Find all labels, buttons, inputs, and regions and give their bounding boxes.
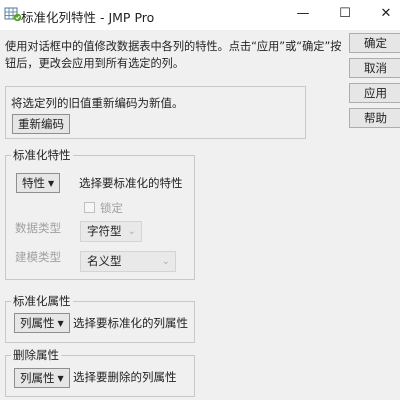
chevron-down-icon: ▼: [48, 179, 55, 188]
standardize-attributes-hint: 选择要标准化的列属性: [73, 316, 188, 330]
chevron-down-icon: ⌄: [127, 226, 136, 237]
properties-button-label: 特性: [22, 176, 45, 190]
chevron-down-icon: ▼: [57, 319, 64, 328]
window-title: 标准化列特性 - JMP Pro: [21, 10, 155, 25]
delete-column-attributes-button[interactable]: 列属性 ▼: [14, 368, 70, 388]
lock-label: 锁定: [100, 201, 123, 215]
lock-checkbox[interactable]: [84, 202, 95, 213]
properties-hint: 选择要标准化的特性: [79, 176, 183, 190]
modeling-type-value: 名义型: [87, 254, 122, 268]
data-type-select[interactable]: 字符型 ⌄: [80, 221, 142, 242]
recode-button[interactable]: 重新编码: [12, 114, 70, 134]
minimize-button[interactable]: —: [291, 4, 315, 24]
title-bar: 标准化列特性 - JMP Pro — ☐ ✕: [0, 0, 400, 30]
modeling-type-label: 建模类型: [15, 250, 61, 264]
jmp-app-icon: [4, 6, 22, 22]
ok-button[interactable]: 确定: [349, 33, 400, 53]
chevron-down-icon: ⌄: [161, 256, 170, 267]
help-button[interactable]: 帮助: [349, 108, 400, 128]
properties-dropdown-button[interactable]: 特性 ▼: [16, 173, 61, 193]
standardize-attributes-label: 标准化属性: [11, 293, 73, 309]
standardize-attributes-button-label: 列属性: [20, 316, 55, 330]
cancel-button[interactable]: 取消: [349, 58, 400, 78]
delete-attributes-label: 删除属性: [11, 347, 61, 363]
modeling-type-select[interactable]: 名义型 ⌄: [80, 251, 176, 272]
dialog-description: 使用对话框中的值修改数据表中各列的特性。点击“应用”或“确定”按钮后，更改会应用…: [5, 40, 342, 70]
standardize-properties-label: 标准化特性: [11, 147, 73, 163]
data-type-value: 字符型: [87, 224, 122, 238]
recode-description: 将选定列的旧值重新编码为新值。: [11, 96, 184, 110]
data-type-label: 数据类型: [15, 221, 61, 235]
apply-button[interactable]: 应用: [349, 83, 400, 103]
close-button[interactable]: ✕: [374, 4, 398, 24]
delete-attributes-button-label: 列属性: [20, 371, 55, 385]
chevron-down-icon: ▼: [57, 374, 64, 383]
maximize-button[interactable]: ☐: [333, 4, 357, 24]
standardize-column-attributes-button[interactable]: 列属性 ▼: [14, 313, 70, 333]
delete-attributes-hint: 选择要删除的列属性: [73, 370, 177, 384]
